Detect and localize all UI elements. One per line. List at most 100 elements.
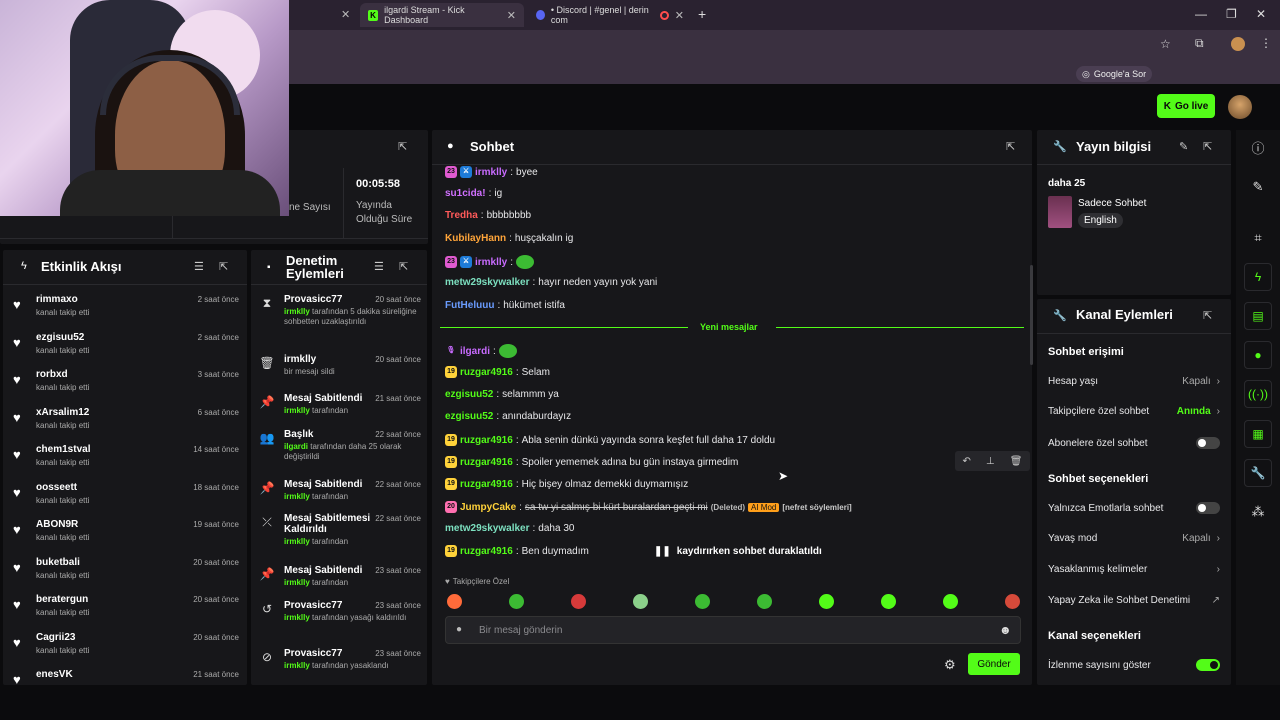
- delete-icon[interactable]: 🗑: [1010, 456, 1023, 467]
- emote-button-icon[interactable]: [943, 594, 958, 609]
- send-button[interactable]: Gönder: [968, 653, 1020, 675]
- subscribers-chat-toggle[interactable]: [1196, 437, 1220, 449]
- window-close-icon[interactable]: ✕: [1256, 7, 1266, 21]
- chat-username[interactable]: irmklly: [475, 167, 507, 178]
- chat-username[interactable]: KubilayHann: [445, 233, 506, 244]
- list-item[interactable]: ⤫ Mesaj Sabitlemesi Kaldırıldı 22 saat önc…: [259, 513, 421, 547]
- list-item[interactable]: ♥ Cagrii23 kanalı takip etti 20 saat önce: [13, 632, 239, 668]
- chat-username[interactable]: ruzgar4916: [460, 479, 513, 490]
- star-icon[interactable]: ☆: [1160, 37, 1171, 51]
- google-ask-pill[interactable]: ◎ Google'a Sor: [1076, 66, 1153, 82]
- chat-username[interactable]: metw29skywalker: [445, 523, 530, 534]
- list-item[interactable]: ♥ ezgisuu52 kanalı takip etti 2 saat önce: [13, 332, 239, 368]
- pencil-icon[interactable]: ✎: [1244, 173, 1272, 201]
- document-icon[interactable]: ▤: [1244, 302, 1272, 330]
- popout-icon[interactable]: ⇱: [398, 140, 407, 153]
- chat-username[interactable]: Tredha: [445, 210, 478, 221]
- gear-icon[interactable]: ⚙: [944, 657, 956, 673]
- list-item[interactable]: ♥ buketbali kanalı takip etti 20 saat önce: [13, 557, 239, 593]
- popout-icon[interactable]: ⇱: [1203, 309, 1212, 322]
- popout-icon[interactable]: ⇱: [1006, 140, 1015, 153]
- chat-icon[interactable]: ●: [1244, 341, 1272, 369]
- chat-message[interactable]: Tredha: bbbbbbbb: [445, 210, 531, 221]
- chat-message[interactable]: metw29skywalker: hayır neden yayın yok ya…: [445, 277, 657, 288]
- reply-icon[interactable]: ↶: [963, 456, 971, 467]
- avatar[interactable]: [1228, 95, 1252, 119]
- slow-mode-option[interactable]: Yavaş mod Kapalı ›: [1048, 533, 1220, 544]
- list-item[interactable]: ♥ beratergun kanalı takip etti 20 saat önce: [13, 594, 239, 630]
- list-item[interactable]: ♥ oosseett kanalı takip etti 18 saat önce: [13, 482, 239, 518]
- close-icon[interactable]: ✕: [675, 9, 684, 22]
- bolt-icon[interactable]: ϟ: [1244, 263, 1272, 291]
- ai-moderation-option[interactable]: Yapay Zeka ile Sohbet Denetimi ↗: [1048, 595, 1220, 606]
- list-item[interactable]: ♥ chem1stval kanalı takip etti 14 saat önce: [13, 444, 239, 480]
- list-item[interactable]: 📌 Mesaj Sabitlendi 22 saat önce irmklly tar…: [259, 479, 421, 513]
- chat-username[interactable]: ilgardi: [460, 346, 490, 357]
- emote-button-icon[interactable]: [571, 594, 586, 609]
- screenshot-icon[interactable]: ⌗: [1244, 224, 1272, 252]
- emote-button-icon[interactable]: [881, 594, 896, 609]
- chat-message[interactable]: su1cida!: ig: [445, 188, 502, 199]
- chat-message[interactable]: metw29skywalker: daha 30: [445, 523, 574, 534]
- list-item[interactable]: ↺ Provasicc77 23 saat önce irmklly tarafınd…: [259, 600, 421, 634]
- emote-button-icon[interactable]: [1005, 594, 1020, 609]
- edit-icon[interactable]: ✎: [1179, 140, 1188, 153]
- followers-chat-option[interactable]: Takipçilere özel sohbet Anında ›: [1048, 406, 1220, 417]
- chat-username[interactable]: ruzgar4916: [460, 367, 513, 378]
- chat-username[interactable]: ruzgar4916: [460, 457, 513, 468]
- new-tab-icon[interactable]: +: [698, 6, 706, 22]
- account-age-option[interactable]: Hesap yaşı Kapalı ›: [1048, 376, 1220, 387]
- chat-message[interactable]: KubilayHann: huşçakalın ig: [445, 233, 573, 244]
- chat-message[interactable]: 19 ruzgar4916: Ben duymadım: [445, 545, 589, 557]
- emote-only-toggle[interactable]: [1196, 502, 1220, 514]
- list-item[interactable]: ♥ ABON9R kanalı takip etti 19 saat önce: [13, 519, 239, 555]
- list-item[interactable]: ♥ enesVK 21 saat önce: [13, 669, 239, 705]
- popout-icon[interactable]: ⇱: [1203, 140, 1212, 153]
- chat-message[interactable]: ezgisuu52: anındaburdayız: [445, 411, 571, 422]
- go-live-button[interactable]: K Go live: [1157, 94, 1215, 118]
- chat-message[interactable]: 23 ⚔ irmklly:: [445, 255, 535, 269]
- list-item[interactable]: 📌 Mesaj Sabitlendi 23 saat önce irmklly tar…: [259, 565, 421, 599]
- chat-username[interactable]: ezgisuu52: [445, 389, 493, 400]
- chat-username[interactable]: metw29skywalker: [445, 277, 530, 288]
- emote-button-icon[interactable]: [757, 594, 772, 609]
- extensions-icon[interactable]: ⧉: [1195, 36, 1204, 51]
- chat-username[interactable]: ruzgar4916: [460, 435, 513, 446]
- maximize-icon[interactable]: ❐: [1226, 7, 1237, 21]
- chat-message[interactable]: 19 ruzgar4916: Spoiler yememek adına bu gü…: [445, 456, 738, 468]
- list-item[interactable]: 🗑 irmklly 20 saat önce bir mesajı sildi: [259, 354, 421, 388]
- chat-username[interactable]: FutHeluuu: [445, 300, 494, 311]
- chat-message[interactable]: 20 JumpyCake: sa tw yi salmış bi kürt bura…: [445, 501, 852, 513]
- chat-input[interactable]: ● Bir mesaj gönderin ☻: [445, 616, 1021, 644]
- chat-message[interactable]: 19 ruzgar4916: Hiç bişey olmaz demekki duy…: [445, 478, 688, 490]
- chat-username[interactable]: su1cida!: [445, 188, 486, 199]
- emote-button-icon[interactable]: [447, 594, 462, 609]
- filter-icon[interactable]: ☰: [194, 260, 204, 273]
- layout-icon[interactable]: ▦: [1244, 420, 1272, 448]
- chat-message[interactable]: 19 ruzgar4916: Selam: [445, 366, 550, 378]
- chat-username[interactable]: ruzgar4916: [460, 546, 513, 557]
- wrench-icon[interactable]: 🔧: [1244, 459, 1272, 487]
- emote-button-icon[interactable]: [695, 594, 710, 609]
- emote-button-icon[interactable]: [633, 594, 648, 609]
- list-item[interactable]: 📌 Mesaj Sabitlendi 21 saat önce irmklly tar…: [259, 393, 421, 427]
- apps-icon[interactable]: ⁂: [1244, 498, 1272, 526]
- minimize-icon[interactable]: —: [1195, 7, 1207, 21]
- chat-message[interactable]: 23 ⚔ irmklly: byee: [445, 166, 538, 178]
- close-icon[interactable]: ✕: [507, 9, 516, 22]
- chat-message[interactable]: FutHeluuu: hükümet istifa: [445, 300, 565, 311]
- tab-kick-dashboard[interactable]: K ilgardi Stream - Kick Dashboard ✕: [360, 3, 524, 27]
- chat-message[interactable]: ezgisuu52: selammm ya: [445, 389, 559, 400]
- emote-button-icon[interactable]: [509, 594, 524, 609]
- emoji-icon[interactable]: ☻: [999, 623, 1012, 637]
- list-item[interactable]: ⧗ Provasicc77 20 saat önce irmklly tarafınd…: [259, 294, 421, 328]
- pin-icon[interactable]: ⊥: [986, 456, 995, 467]
- list-item[interactable]: ♥ xArsalim12 kanalı takip etti 6 saat önce: [13, 407, 239, 443]
- list-item[interactable]: ♥ rorbxd kanalı takip etti 3 saat önce: [13, 369, 239, 405]
- show-views-toggle[interactable]: [1196, 659, 1220, 671]
- info-icon[interactable]: ⓘ: [1244, 133, 1272, 161]
- broadcast-icon[interactable]: ((·)): [1244, 380, 1272, 408]
- menu-dots-icon[interactable]: ⋮: [1260, 36, 1272, 50]
- filter-icon[interactable]: ☰: [374, 260, 384, 273]
- chat-message[interactable]: 19 ruzgar4916: Abla senin dünkü yayında so…: [445, 434, 775, 446]
